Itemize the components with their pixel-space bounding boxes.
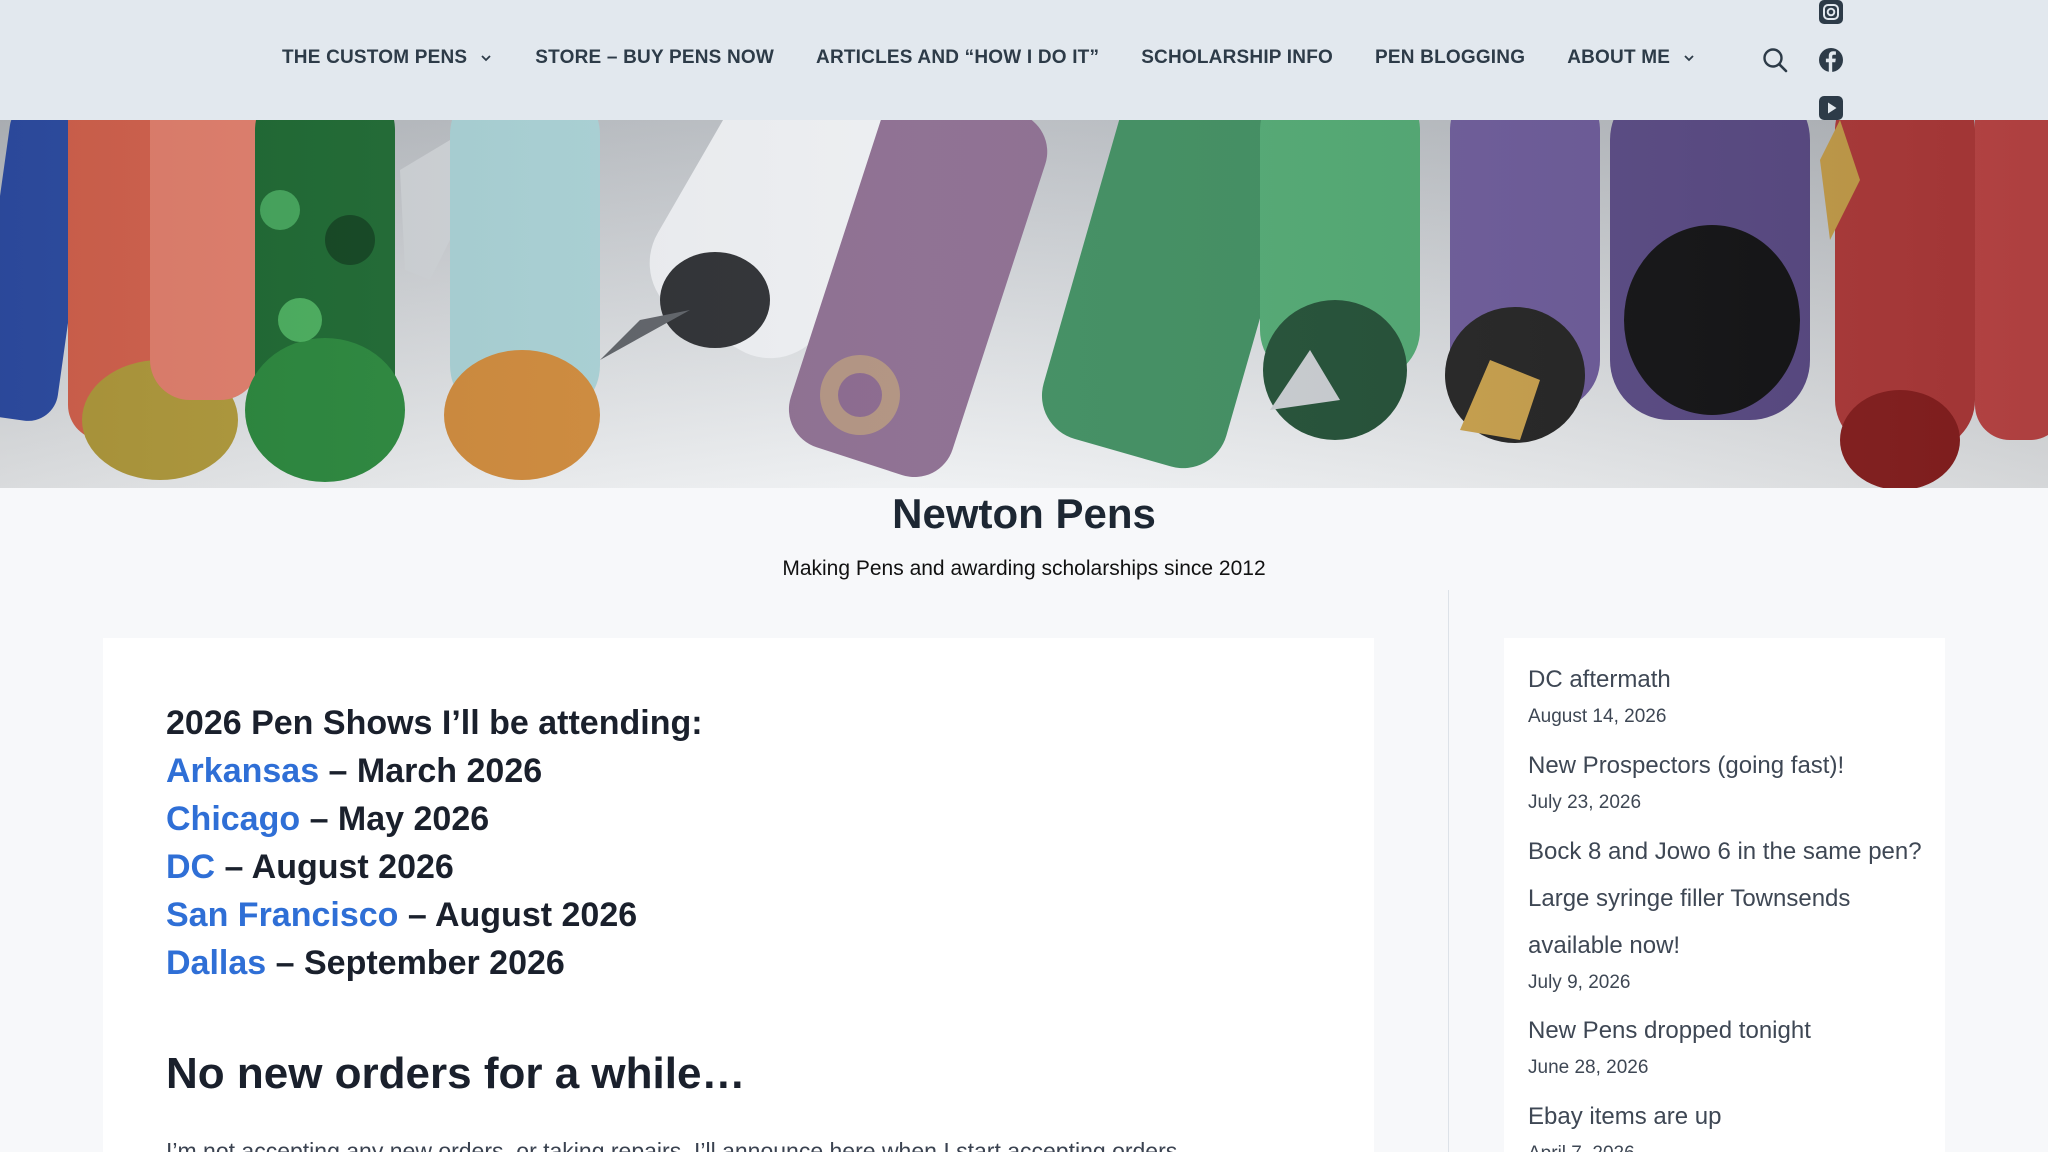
- pen-show-date: – March 2026: [319, 752, 543, 790]
- nav-item-label: PEN BLOGGING: [1375, 47, 1526, 68]
- recent-post-item: New Prospectors (going fast)! July 23, 2…: [1528, 742, 1928, 817]
- recent-post-item: Bock 8 and Jowo 6 in the same pen? Large…: [1528, 828, 1928, 997]
- facebook-icon[interactable]: [1819, 48, 1843, 72]
- pen-show-date: – May 2026: [300, 800, 490, 838]
- recent-posts-sidebar: DC aftermath August 14, 2026 New Prospec…: [1504, 638, 1945, 1152]
- instagram-icon[interactable]: [1819, 0, 1843, 24]
- recent-post-item: Ebay items are up April 7, 2026: [1528, 1093, 1928, 1152]
- nav-item-custom-pens[interactable]: THE CUSTOM PENS: [282, 47, 493, 69]
- pen-show-item: DC – August 2026: [166, 848, 454, 887]
- sidebar-divider: [1448, 590, 1449, 1152]
- pen-show-city-link[interactable]: Dallas: [166, 944, 266, 982]
- orders-paragraph: I’m not accepting any new orders, or tak…: [166, 1138, 1178, 1152]
- chevron-down-icon: [1684, 55, 1694, 62]
- search-icon[interactable]: [1762, 47, 1788, 73]
- recent-post-date: July 23, 2026: [1528, 792, 1642, 813]
- pen-show-date: – September 2026: [266, 944, 565, 982]
- recent-post-date: August 14, 2026: [1528, 706, 1667, 727]
- pen-show-city-link[interactable]: DC: [166, 848, 215, 886]
- youtube-icon[interactable]: [1819, 96, 1843, 120]
- nav-item-articles[interactable]: ARTICLES AND “HOW I DO IT”: [816, 47, 1099, 69]
- nav-item-label: SCHOLARSHIP INFO: [1141, 47, 1333, 68]
- site-tagline: Making Pens and awarding scholarships si…: [782, 557, 1266, 580]
- nav-item-scholarship[interactable]: SCHOLARSHIP INFO: [1141, 47, 1333, 69]
- pen-show-item: Dallas – September 2026: [166, 944, 565, 983]
- nav-item-store[interactable]: STORE – BUY PENS NOW: [535, 47, 774, 69]
- pen-show-date: – August 2026: [215, 848, 454, 886]
- nav-item-label: THE CUSTOM PENS: [282, 47, 468, 68]
- recent-post-link[interactable]: New Pens dropped tonight: [1528, 1007, 1928, 1054]
- recent-post-date: June 28, 2026: [1528, 1057, 1649, 1078]
- hero-banner-image: [0, 120, 2048, 488]
- nav-item-label: ABOUT ME: [1567, 47, 1671, 68]
- recent-post-item: New Pens dropped tonight June 28, 2026: [1528, 1007, 1928, 1082]
- recent-post-date: July 9, 2026: [1528, 972, 1631, 993]
- pen-show-item: Chicago – May 2026: [166, 800, 489, 839]
- pen-show-city-link[interactable]: San Francisco: [166, 896, 398, 934]
- chevron-down-icon: [481, 55, 491, 62]
- primary-nav: THE CUSTOM PENS STORE – BUY PENS NOW ART…: [282, 45, 1696, 71]
- pen-show-date: – August 2026: [398, 896, 638, 934]
- pens-photo: [0, 120, 2048, 488]
- nav-item-about-me[interactable]: ABOUT ME: [1567, 47, 1696, 69]
- pen-show-item: Arkansas – March 2026: [166, 752, 542, 791]
- recent-post-date: April 7, 2026: [1528, 1140, 1928, 1152]
- recent-post-link[interactable]: New Prospectors (going fast)!: [1528, 742, 1928, 789]
- site-header: THE CUSTOM PENS STORE – BUY PENS NOW ART…: [0, 0, 2048, 120]
- nav-item-label: STORE – BUY PENS NOW: [535, 47, 775, 68]
- nav-item-label: ARTICLES AND “HOW I DO IT”: [816, 47, 1100, 68]
- pen-show-city-link[interactable]: Arkansas: [166, 752, 319, 790]
- pen-show-item: San Francisco – August 2026: [166, 896, 637, 935]
- site-title[interactable]: Newton Pens: [0, 490, 2048, 538]
- pen-shows-heading: 2026 Pen Shows I’ll be attending:: [166, 704, 703, 742]
- pen-show-city-link[interactable]: Chicago: [166, 800, 300, 838]
- nav-item-pen-blogging[interactable]: PEN BLOGGING: [1375, 47, 1525, 69]
- recent-post-link[interactable]: Ebay items are up: [1528, 1093, 1928, 1140]
- recent-post-link[interactable]: DC aftermath: [1528, 656, 1928, 703]
- main-content-card: 2026 Pen Shows I’ll be attending: Arkans…: [103, 638, 1374, 1152]
- recent-post-item: DC aftermath August 14, 2026: [1528, 656, 1928, 731]
- orders-heading: No new orders for a while…: [166, 1049, 746, 1098]
- recent-post-link[interactable]: Bock 8 and Jowo 6 in the same pen? Large…: [1528, 828, 1928, 969]
